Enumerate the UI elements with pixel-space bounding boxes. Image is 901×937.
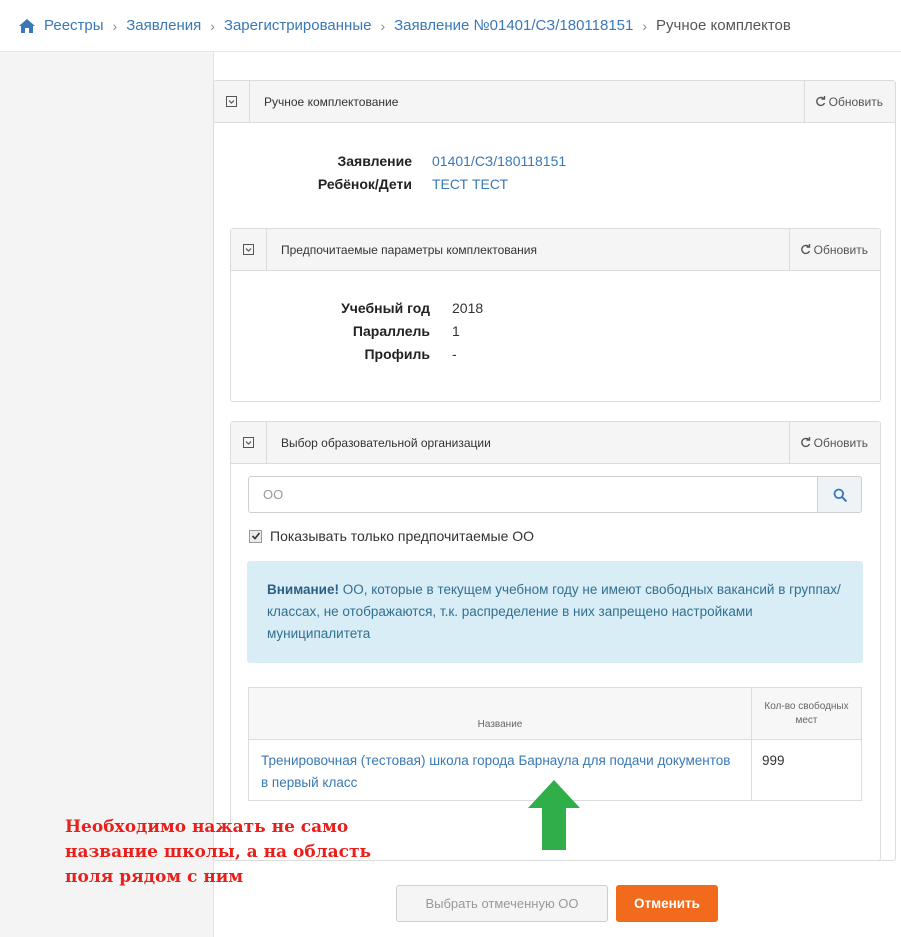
- preferred-only-label: Показывать только предпочитаемые ОО: [270, 528, 535, 544]
- parallel-value: 1: [452, 323, 460, 339]
- breadcrumb: Реестры › Заявления › Зарегистрированные…: [0, 0, 901, 52]
- org-name-link[interactable]: Тренировочная (тестовая) школа города Ба…: [249, 740, 751, 801]
- preferred-only-checkbox[interactable]: [249, 529, 262, 543]
- refresh-icon: [800, 437, 810, 448]
- search-input-value: ОО: [263, 487, 284, 502]
- collapse-icon: [226, 96, 237, 107]
- panel-title: Выбор образовательной организации: [281, 435, 491, 450]
- warning-alert: Внимание! ОО, которые в текущем учебном …: [247, 561, 863, 663]
- annotation-line-2: название школы, а на область: [65, 842, 372, 862]
- breadcrumb-separator-icon: ›: [210, 17, 215, 34]
- profile-value: -: [452, 346, 457, 362]
- collapse-icon: [243, 437, 254, 448]
- breadcrumb-item-application[interactable]: Заявление №01401/СЗ/180118151: [394, 17, 633, 34]
- refresh-label: Обновить: [813, 242, 868, 257]
- collapse-button[interactable]: [214, 81, 250, 122]
- org-search-input[interactable]: ОО: [248, 476, 818, 513]
- column-header-name[interactable]: Название: [249, 688, 751, 739]
- org-places-cell[interactable]: 999: [751, 740, 861, 801]
- panel-header: Ручное комплектование Обновить: [214, 81, 895, 123]
- breadcrumb-item-registries[interactable]: Реестры: [44, 17, 104, 34]
- panel-title: Ручное комплектование: [264, 94, 399, 109]
- refresh-icon: [800, 244, 810, 255]
- instruction-annotation: Необходимо нажать не само название школы…: [65, 815, 371, 890]
- breadcrumb-item-registered[interactable]: Зарегистрированные: [224, 17, 372, 34]
- search-button[interactable]: [817, 476, 862, 513]
- home-icon[interactable]: [18, 18, 36, 34]
- year-value: 2018: [452, 300, 484, 316]
- breadcrumb-separator-icon: ›: [112, 17, 118, 34]
- breadcrumb-item-applications[interactable]: Заявления: [126, 17, 201, 34]
- application-info: Заявление 01401/СЗ/180118151 Ребёнок/Дети…: [290, 150, 566, 196]
- table-header: Название Кол-во свободных мест: [249, 688, 861, 740]
- breadcrumb-separator-icon: ›: [642, 17, 648, 34]
- child-label: Ребёнок/Дети: [317, 176, 412, 192]
- breadcrumb-item-current: Ручное комплектов: [656, 17, 791, 34]
- refresh-label: Обновить: [813, 435, 868, 450]
- panel-header: Предпочитаемые параметры комплектования …: [231, 229, 880, 271]
- refresh-icon: [815, 96, 825, 107]
- profile-label: Профиль: [364, 346, 430, 362]
- preferred-only-checkbox-row[interactable]: Показывать только предпочитаемые ОО: [249, 528, 534, 544]
- refresh-button[interactable]: Обновить: [788, 229, 880, 270]
- column-header-places[interactable]: Кол-во свободных мест: [751, 688, 861, 739]
- arrow-up-icon: [528, 780, 580, 850]
- breadcrumb-separator-icon: ›: [380, 17, 386, 34]
- check-icon: [251, 532, 260, 540]
- refresh-label: Обновить: [828, 94, 883, 109]
- select-org-button[interactable]: Выбрать отмеченную ОО: [396, 885, 608, 922]
- annotation-line-3: поля рядом с ним: [65, 867, 244, 887]
- collapse-button[interactable]: [231, 422, 267, 463]
- year-label: Учебный год: [341, 300, 430, 316]
- child-name-link[interactable]: ТЕСТ ТЕСТ: [432, 173, 508, 196]
- search-icon: [833, 488, 847, 502]
- annotation-line-1: Необходимо нажать не само: [65, 817, 349, 837]
- cancel-button[interactable]: Отменить: [616, 885, 718, 922]
- alert-title: Внимание!: [267, 582, 339, 597]
- alert-text: ОО, которые в текущем учебном году не им…: [267, 582, 841, 641]
- preferred-params: Учебный год 2018 Параллель 1 Профиль -: [300, 297, 483, 366]
- collapse-icon: [243, 244, 254, 255]
- application-number-link[interactable]: 01401/СЗ/180118151: [432, 150, 566, 173]
- collapse-button[interactable]: [231, 229, 267, 270]
- application-label: Заявление: [337, 153, 413, 169]
- panel-title: Предпочитаемые параметры комплектования: [281, 242, 537, 257]
- panel-header: Выбор образовательной организации Обнови…: [231, 422, 880, 464]
- refresh-button[interactable]: Обновить: [788, 422, 880, 463]
- refresh-button[interactable]: Обновить: [803, 81, 895, 122]
- parallel-label: Параллель: [352, 323, 430, 339]
